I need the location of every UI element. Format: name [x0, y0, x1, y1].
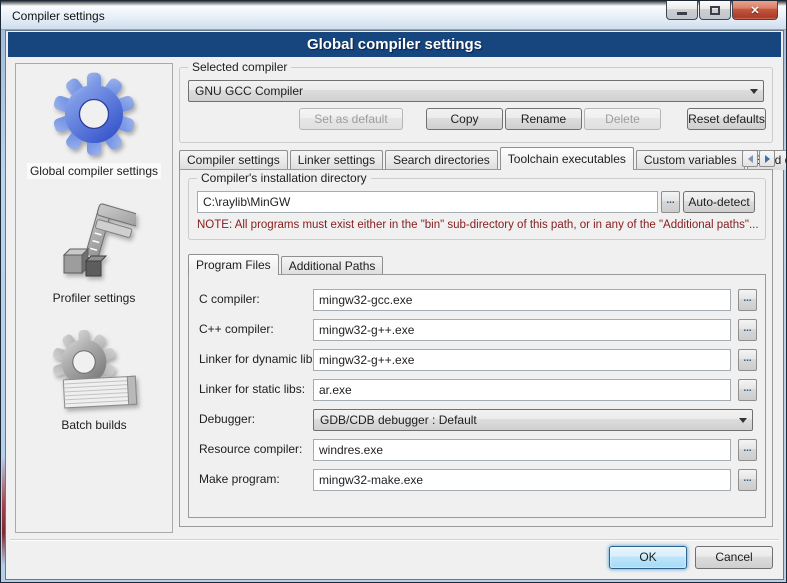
- title-bar[interactable]: Compiler settings ✕: [1, 1, 786, 30]
- toolchain-executables-panel: Compiler's installation directory ... Au…: [179, 169, 773, 527]
- dynamic-linker-input[interactable]: [313, 349, 731, 371]
- group-caption: Selected compiler: [188, 60, 291, 74]
- sidebar-item-global-compiler-settings[interactable]: Global compiler settings: [27, 163, 161, 179]
- auto-detect-button[interactable]: Auto-detect: [683, 191, 755, 213]
- chevron-down-icon: [750, 89, 758, 94]
- caption-buttons: ✕: [665, 1, 778, 20]
- browse-cpp-compiler-button[interactable]: ...: [738, 319, 757, 341]
- settings-category-list: Global compiler settings: [15, 63, 173, 533]
- rename-button[interactable]: Rename: [505, 108, 582, 130]
- debugger-select[interactable]: GDB/CDB debugger : Default: [313, 409, 753, 431]
- copy-button[interactable]: Copy: [426, 108, 503, 130]
- debugger-row: Debugger: GDB/CDB debugger : Default: [189, 409, 765, 431]
- reset-defaults-button[interactable]: Reset defaults: [687, 108, 766, 130]
- c-compiler-input[interactable]: [313, 289, 731, 311]
- tab-scroll-arrows: [741, 150, 775, 167]
- field-label: C compiler:: [199, 292, 260, 306]
- browse-c-compiler-button[interactable]: ...: [738, 289, 757, 311]
- page-title: Global compiler settings: [8, 32, 781, 57]
- chevron-down-icon: [739, 418, 747, 423]
- close-button[interactable]: ✕: [732, 1, 778, 20]
- installation-note: NOTE: All programs must exist either in …: [197, 219, 761, 231]
- tab-search-directories[interactable]: Search directories: [385, 150, 498, 170]
- close-icon: ✕: [750, 4, 759, 17]
- installation-directory-row: ... Auto-detect: [197, 191, 755, 213]
- cancel-button[interactable]: Cancel: [695, 546, 773, 569]
- minimize-icon: [677, 12, 687, 15]
- resource-compiler-row: Resource compiler: ...: [189, 439, 765, 461]
- scroll-tabs-left-button[interactable]: [742, 150, 758, 167]
- group-caption: Compiler's installation directory: [197, 171, 371, 185]
- browse-directory-button[interactable]: ...: [661, 191, 680, 213]
- browse-dynamic-linker-button[interactable]: ...: [738, 349, 757, 371]
- compiler-select-value: GNU GCC Compiler: [195, 84, 303, 98]
- selected-compiler-group: Selected compiler GNU GCC Compiler Set a…: [179, 67, 773, 143]
- window-title: Compiler settings: [12, 9, 105, 23]
- field-label: Linker for static libs:: [199, 382, 305, 396]
- installation-directory-input[interactable]: [197, 191, 658, 213]
- blue-gear-icon[interactable]: [50, 70, 138, 161]
- tab-compiler-settings[interactable]: Compiler settings: [179, 150, 288, 170]
- restore-icon: [710, 6, 720, 15]
- maximize-button[interactable]: [699, 1, 731, 20]
- tab-program-files[interactable]: Program Files: [188, 254, 279, 275]
- footer-separator: [10, 539, 779, 541]
- tab-toolchain-executables[interactable]: Toolchain executables: [500, 147, 634, 170]
- left-arrow-icon: [748, 155, 753, 163]
- scroll-tabs-right-button[interactable]: [759, 150, 775, 167]
- delete-button[interactable]: Delete: [584, 108, 661, 130]
- browse-static-linker-button[interactable]: ...: [738, 379, 757, 401]
- make-program-input[interactable]: [313, 469, 731, 491]
- field-label: Resource compiler:: [199, 442, 302, 456]
- field-label: Make program:: [199, 472, 280, 486]
- compiler-select[interactable]: GNU GCC Compiler: [188, 80, 764, 102]
- browse-make-program-button[interactable]: ...: [738, 469, 757, 491]
- field-label: C++ compiler:: [199, 322, 274, 336]
- make-program-row: Make program: ...: [189, 469, 765, 491]
- c-compiler-row: C compiler: ...: [189, 289, 765, 311]
- resource-compiler-input[interactable]: [313, 439, 731, 461]
- static-linker-input[interactable]: [313, 379, 731, 401]
- ok-button[interactable]: OK: [609, 546, 687, 569]
- tab-additional-paths[interactable]: Additional Paths: [281, 256, 384, 275]
- right-arrow-icon: [765, 155, 770, 163]
- settings-tab-strip: Compiler settings Linker settings Search…: [179, 147, 773, 170]
- debugger-select-value: GDB/CDB debugger : Default: [320, 413, 477, 427]
- compiler-settings-window: Compiler settings ✕ Global compiler sett…: [0, 0, 787, 583]
- tab-linker-settings[interactable]: Linker settings: [290, 150, 383, 170]
- paths-tab-strip: Program Files Additional Paths: [188, 254, 385, 275]
- tab-custom-variables[interactable]: Custom variables: [636, 150, 745, 170]
- minimize-button[interactable]: [666, 1, 698, 20]
- field-label: Linker for dynamic libs:: [199, 352, 322, 366]
- caliper-icon[interactable]: [52, 199, 136, 288]
- sidebar-item-batch-builds[interactable]: Batch builds: [58, 417, 129, 433]
- gray-gear-stack-icon[interactable]: [46, 328, 142, 415]
- cpp-compiler-input[interactable]: [313, 319, 731, 341]
- static-linker-row: Linker for static libs: ...: [189, 379, 765, 401]
- browse-resource-compiler-button[interactable]: ...: [738, 439, 757, 461]
- field-label: Debugger:: [199, 412, 255, 426]
- sidebar-item-profiler-settings[interactable]: Profiler settings: [50, 290, 139, 306]
- program-files-panel: C compiler: ... C++ compiler: ... Linker…: [188, 274, 766, 518]
- set-as-default-button[interactable]: Set as default: [299, 108, 403, 130]
- installation-directory-group: Compiler's installation directory ... Au…: [188, 178, 766, 240]
- dialog-client-area: Global compiler settings: [5, 30, 784, 580]
- dynamic-linker-row: Linker for dynamic libs: ...: [189, 349, 765, 371]
- cpp-compiler-row: C++ compiler: ...: [189, 319, 765, 341]
